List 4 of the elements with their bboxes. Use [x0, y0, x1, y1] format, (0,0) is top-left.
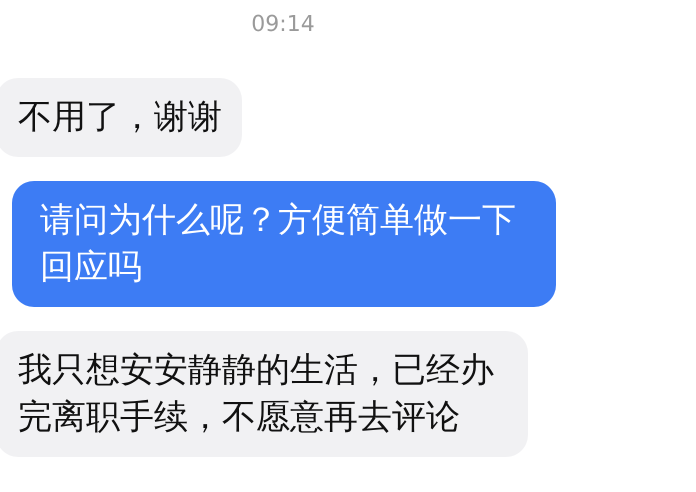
received-message-bubble: 不用了，谢谢 [0, 78, 242, 157]
sent-message-bubble: 请问为什么呢？方便简单做一下回应吗 [12, 181, 556, 307]
received-message-bubble: 我只想安安静静的生活，已经办完离职手续，不愿意再去评论 [0, 331, 528, 457]
message-timestamp: 09:14 [251, 11, 315, 39]
